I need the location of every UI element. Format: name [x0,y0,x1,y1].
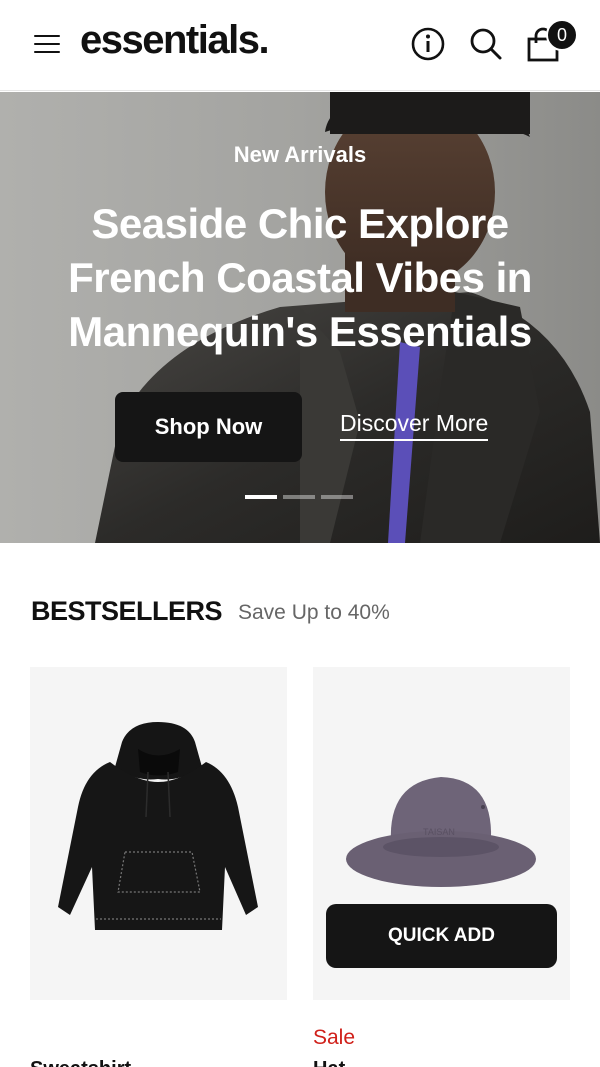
hero-eyebrow: New Arrivals [233,142,367,167]
site-logo[interactable]: essentials. [80,18,270,63]
product-card-sweatshirt[interactable] [30,667,287,1000]
sale-badge: Sale [313,1026,356,1049]
info-icon[interactable] [410,26,446,62]
menu-icon[interactable] [34,35,60,55]
quick-add-button[interactable]: QUICK ADD [326,904,557,968]
site-header: essentials. 0 [0,0,600,91]
carousel-dot-2[interactable] [283,495,315,499]
carousel-dot-3[interactable] [321,495,353,499]
carousel-dot-1[interactable] [245,495,277,499]
search-icon[interactable] [468,26,504,62]
svg-text:TAISAN: TAISAN [423,827,455,837]
product-name-hat[interactable]: Hat [313,1058,345,1067]
hoodie-image [58,722,258,930]
hero-title: Seaside Chic Explore French Coastal Vibe… [68,200,532,355]
bestsellers-subtitle: Save Up to 40% [238,601,390,624]
cart-count-badge[interactable]: 0 [546,19,578,51]
discover-more-link[interactable]: Discover More [340,410,489,441]
product-name-sweatshirt[interactable]: Sweatshirt [30,1058,131,1067]
product-card-hat[interactable]: TAISAN QUICK ADD [313,667,570,1000]
hero-banner: New Arrivals Seaside Chic Explore French… [0,92,600,543]
bestsellers-title: BESTSELLERS [31,596,223,626]
carousel-dots [245,495,353,499]
shop-now-button[interactable]: Shop Now [115,392,302,462]
